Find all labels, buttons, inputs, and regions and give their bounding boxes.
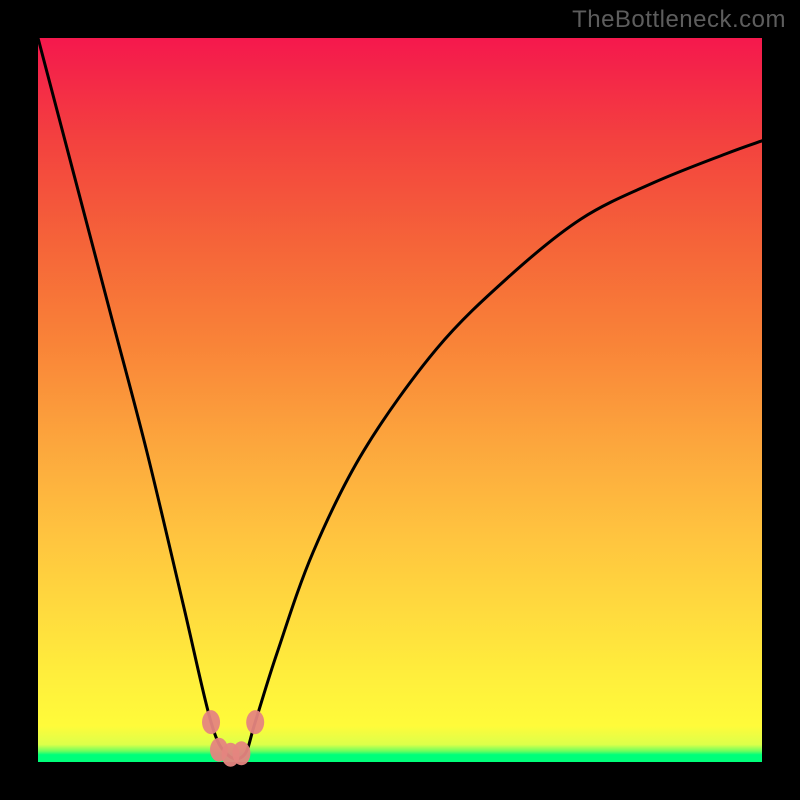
curve-marker bbox=[232, 741, 250, 765]
curve-marker bbox=[202, 710, 220, 734]
chart-stage: TheBottleneck.com bbox=[0, 0, 800, 800]
plot-area bbox=[38, 38, 762, 762]
curve-markers bbox=[202, 710, 264, 767]
curve-marker bbox=[246, 710, 264, 734]
watermark-text: TheBottleneck.com bbox=[572, 6, 786, 34]
curve-layer bbox=[38, 38, 762, 762]
bottleneck-curve bbox=[38, 38, 762, 759]
